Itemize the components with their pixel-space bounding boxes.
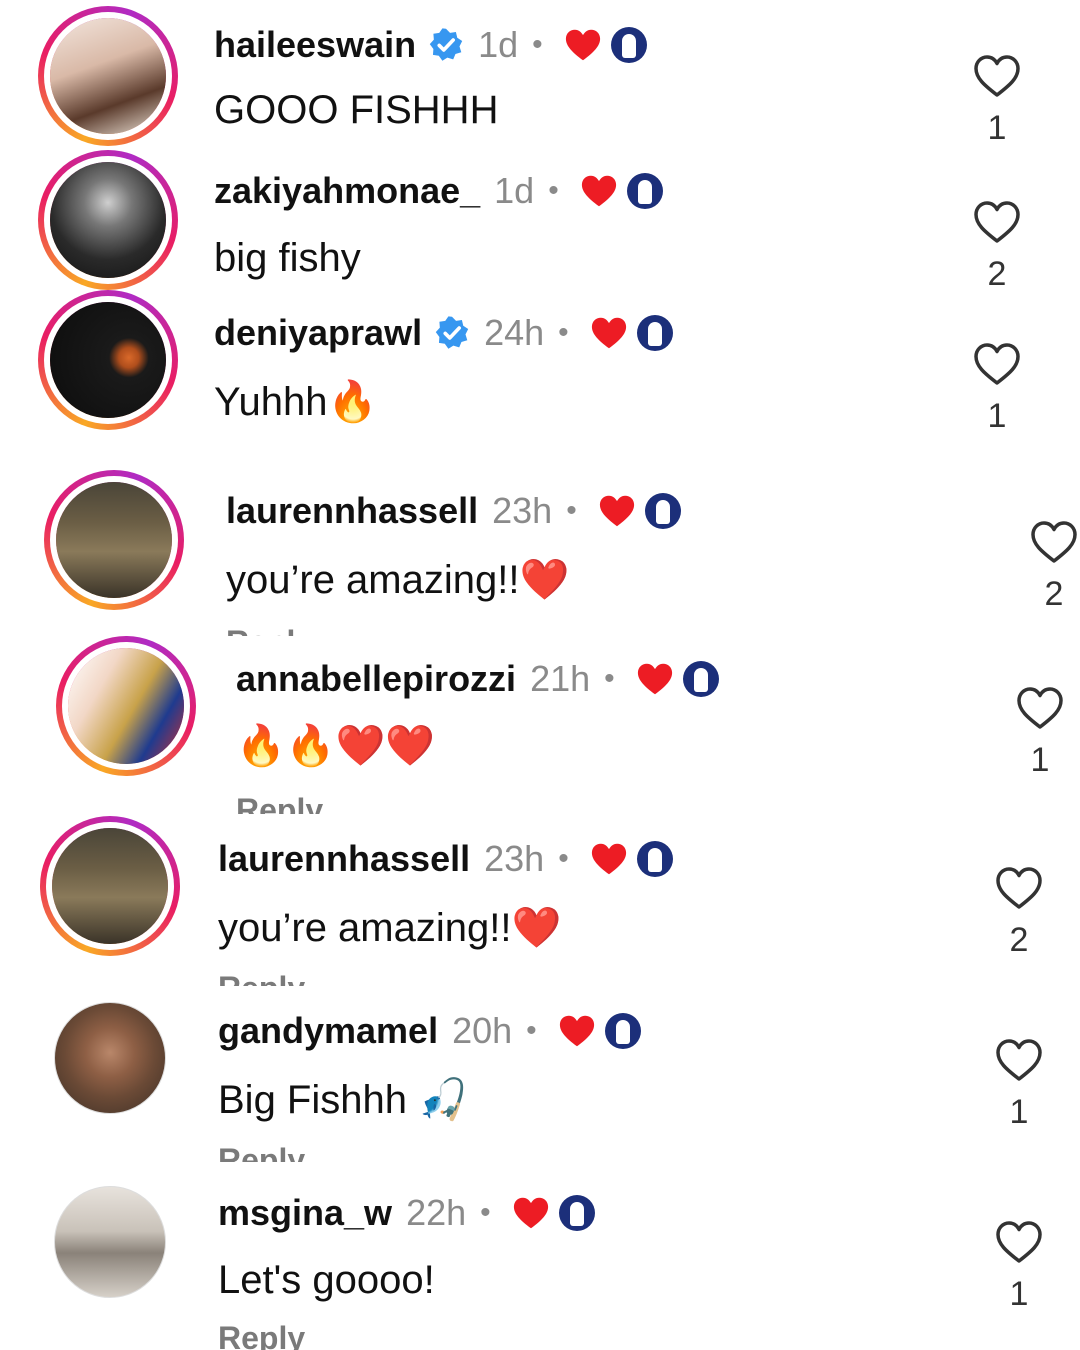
separator-dot: • [548,174,559,207]
separator-dot: • [558,842,569,875]
avatar[interactable] [38,6,178,146]
like-button[interactable]: 1 [989,1038,1049,1132]
like-count: 1 [1030,741,1050,779]
like-count: 2 [1044,575,1064,613]
like-button[interactable]: 1 [1010,686,1070,780]
like-count: 1 [1009,1093,1029,1131]
comment-time: 23h [484,838,545,879]
like-count: 2 [1009,921,1029,959]
comment-username[interactable]: msgina_w [218,1192,392,1234]
comment-text: big fishy [214,236,361,280]
comment-text: you’re amazing!!❤️ [226,558,570,602]
heart-outline-icon [996,1039,1042,1081]
creator-avatar [636,841,673,877]
separator-dot: • [526,1014,537,1047]
comment-text: Let's goooo! [218,1258,435,1302]
like-button[interactable]: 2 [989,866,1049,960]
comment-time: 21h [530,658,591,699]
separator-dot: • [532,28,543,61]
creator-liked-heart-icon [591,317,626,349]
creator-liked-heart-icon [599,495,634,527]
creator-avatar [604,1013,641,1049]
like-count: 1 [987,109,1007,147]
verified-badge-icon [429,28,463,61]
avatar[interactable] [56,636,196,776]
like-button[interactable]: 1 [989,1220,1049,1314]
like-button[interactable]: 1 [967,342,1027,436]
avatar[interactable] [38,150,178,290]
reply-button[interactable]: Reply [236,788,323,814]
reply-button[interactable]: Reply [226,622,313,636]
comment-text: GOOO FISHHH [214,88,499,132]
avatar[interactable] [38,290,178,430]
reply-button[interactable]: Reply [218,1316,305,1350]
creator-avatar [626,173,663,209]
creator-liked-heart-icon [565,29,600,61]
comment-username[interactable]: annabellepirozzi [236,658,516,700]
like-button[interactable]: 1 [967,54,1027,148]
avatar[interactable] [40,1172,180,1312]
comment-username[interactable]: haileeswain [214,24,416,66]
heart-outline-icon [996,1221,1042,1263]
comment-username[interactable]: laurennhassell [218,838,470,880]
separator-dot: • [604,662,615,695]
heart-outline-icon [1017,687,1063,729]
comment-text: you’re amazing!!❤️ [218,906,562,950]
comment-time: 23h [492,490,553,531]
separator-dot: • [480,1196,491,1229]
heart-outline-icon [974,343,1020,385]
comment-time: 24h [484,312,545,353]
like-button[interactable]: 2 [967,200,1027,294]
like-count: 1 [987,397,1007,435]
comment-username[interactable]: zakiyahmonae_ [214,170,480,212]
separator-dot: • [558,316,569,349]
comment-time: 22h [406,1192,467,1233]
verified-badge-icon [435,316,469,349]
comment-text: Big Fishhh 🎣 [218,1078,468,1122]
comment-username[interactable]: gandymamel [218,1010,438,1052]
avatar[interactable] [40,816,180,956]
comment-text: 🔥🔥❤️❤️ [236,724,436,768]
reply-button[interactable]: Reply [218,1138,305,1162]
creator-liked-heart-icon [591,843,626,875]
comment-time: 1d [478,24,519,65]
comment-time: 1d [494,170,535,211]
reply-button[interactable]: Reply [218,966,305,986]
creator-liked-heart-icon [559,1015,594,1047]
like-count: 2 [987,255,1007,293]
separator-dot: • [566,494,577,527]
like-button[interactable]: 2 [1024,520,1080,614]
creator-liked-heart-icon [513,1197,548,1229]
creator-avatar [610,27,647,63]
creator-avatar [644,493,681,529]
comment-username[interactable]: deniyaprawl [214,312,422,354]
avatar[interactable] [40,988,180,1128]
comment-time: 20h [452,1010,513,1051]
comment-text: Yuhhh🔥 [214,380,378,424]
creator-liked-heart-icon [581,175,616,207]
creator-avatar [558,1195,595,1231]
comment-username[interactable]: laurennhassell [226,490,478,532]
heart-outline-icon [1031,521,1077,563]
like-count: 1 [1009,1275,1029,1313]
creator-avatar [682,661,719,697]
heart-outline-icon [974,201,1020,243]
avatar[interactable] [44,470,184,610]
creator-avatar [636,315,673,351]
heart-outline-icon [996,867,1042,909]
creator-liked-heart-icon [637,663,672,695]
heart-outline-icon [974,55,1020,97]
